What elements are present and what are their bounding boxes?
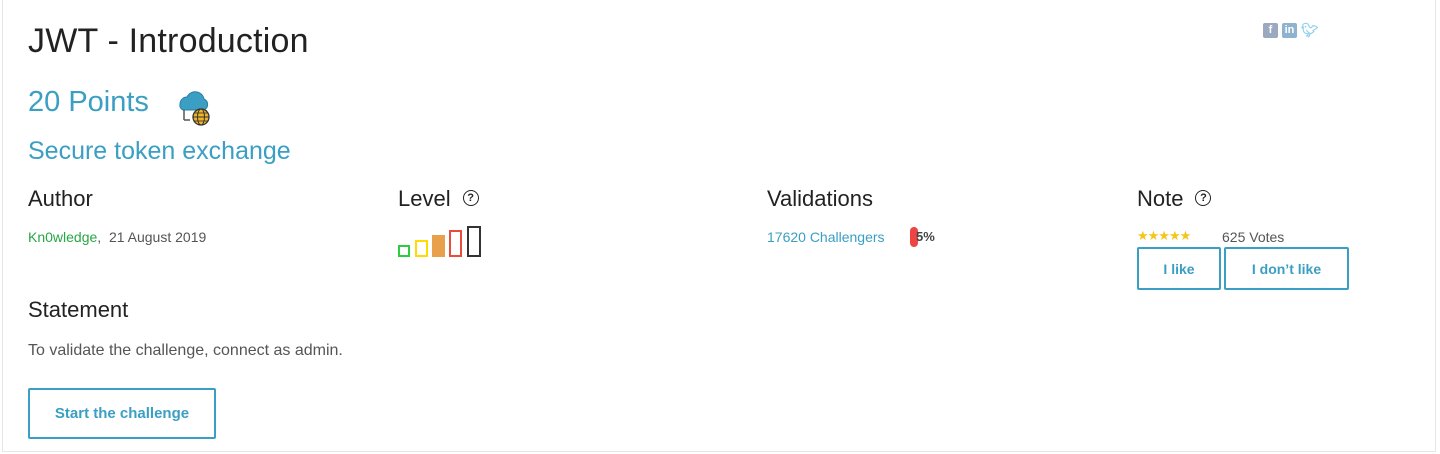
level-box-2 xyxy=(415,240,428,257)
note-heading-label: Note xyxy=(1137,186,1184,211)
author-link[interactable]: Kn0wledge xyxy=(28,229,97,245)
author-heading: Author xyxy=(28,186,93,211)
statement-heading: Statement xyxy=(28,297,129,322)
author-separator: , xyxy=(97,229,102,245)
web-server-icon xyxy=(179,91,210,126)
validations-heading: Validations xyxy=(767,186,873,211)
like-button[interactable]: I like xyxy=(1137,247,1221,290)
facebook-icon[interactable]: f xyxy=(1263,23,1278,38)
level-heading: Level? xyxy=(398,186,479,212)
author-info: Kn0wledge, 21 August 2019 xyxy=(28,229,206,245)
level-heading-label: Level xyxy=(398,186,451,211)
level-box-4 xyxy=(449,230,462,257)
dislike-button[interactable]: I don’t like xyxy=(1224,247,1349,290)
challenge-title: JWT - Introduction xyxy=(28,22,309,60)
challengers-link[interactable]: 17620 Challengers xyxy=(767,229,885,245)
statement-text: To validate the challenge, connect as ad… xyxy=(28,342,343,359)
challenge-panel xyxy=(2,0,1436,452)
twitter-icon[interactable]: 🐦︎ xyxy=(1301,23,1319,38)
vote-count: 625 Votes xyxy=(1222,229,1285,245)
rating-stars: ★★★★★ xyxy=(1137,228,1191,243)
challenge-points: 20 Points xyxy=(28,86,149,118)
linkedin-icon[interactable]: in xyxy=(1282,23,1297,38)
start-challenge-button[interactable]: Start the challenge xyxy=(28,388,216,439)
note-help-icon[interactable]: ? xyxy=(1195,190,1212,207)
level-help-icon[interactable]: ? xyxy=(462,190,479,207)
social-share: f in 🐦︎ xyxy=(1263,23,1319,38)
level-box-1 xyxy=(398,245,410,257)
author-date: 21 August 2019 xyxy=(108,229,207,245)
level-box-5 xyxy=(467,226,481,257)
level-box-3 xyxy=(432,235,445,257)
challenge-subtitle: Secure token exchange xyxy=(28,137,291,165)
validation-rate: 5% xyxy=(916,229,935,244)
note-heading: Note? xyxy=(1137,186,1212,212)
